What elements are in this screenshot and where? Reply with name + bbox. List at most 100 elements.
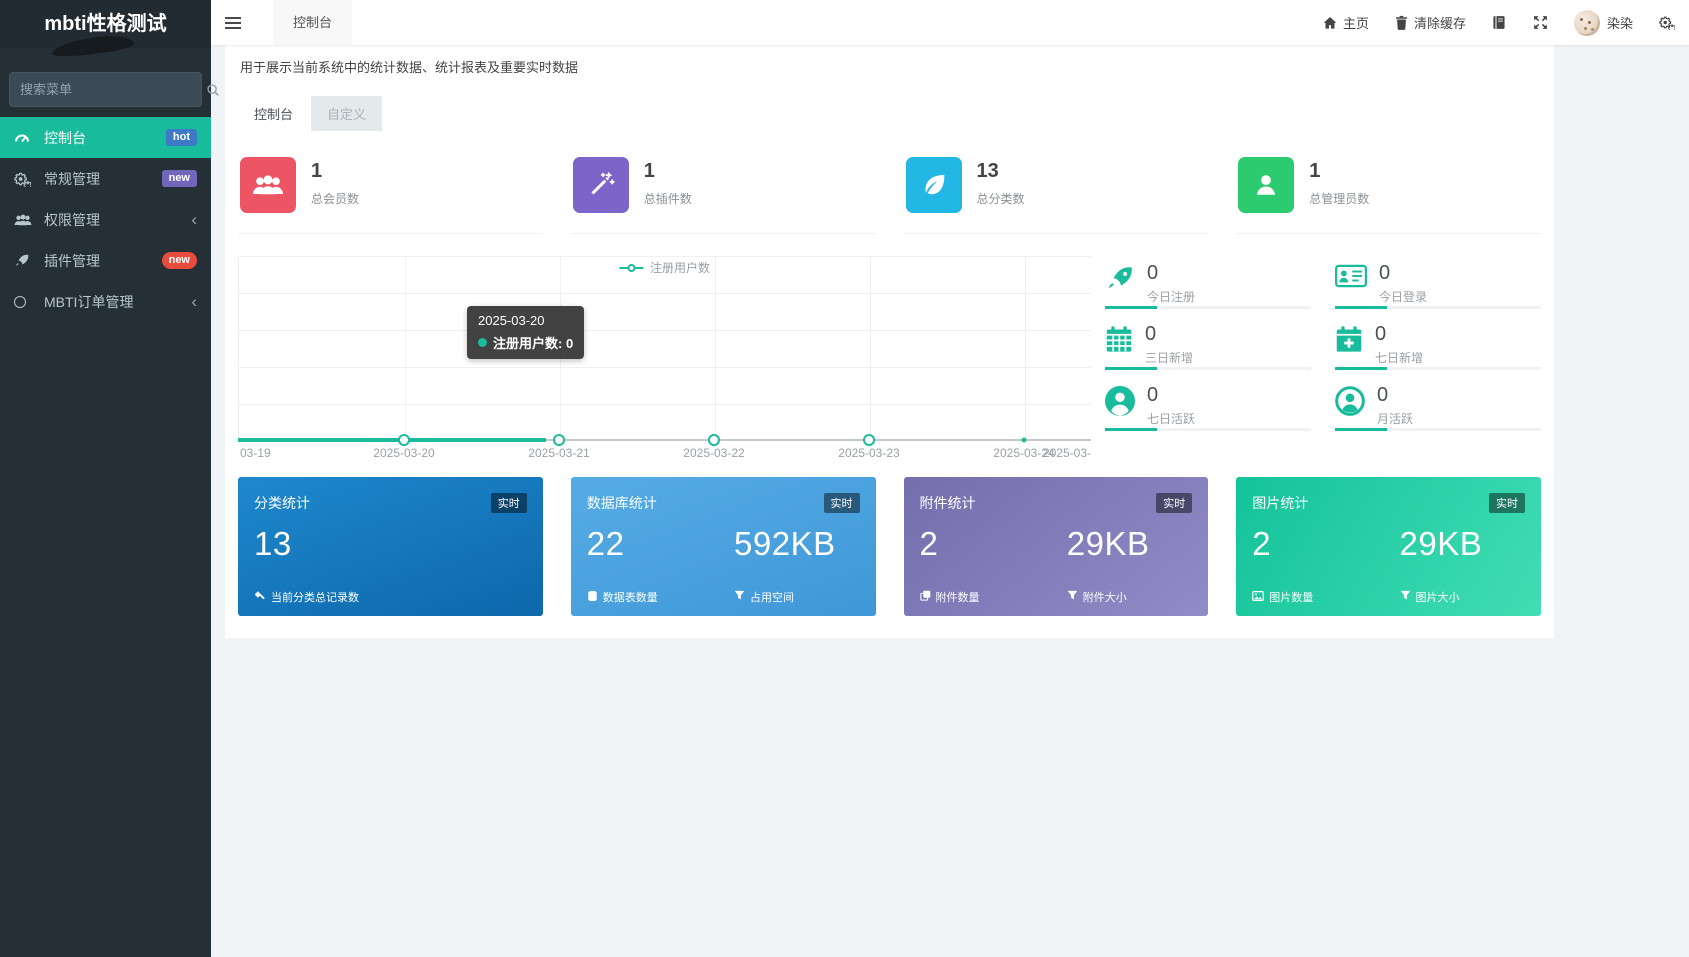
sidebar-item-mbti-orders[interactable]: MBTI订单管理 ‹ <box>0 281 211 322</box>
card-value: 2 <box>1252 525 1272 562</box>
chevron-left-icon: ‹ <box>191 210 197 229</box>
user-icon <box>1238 157 1295 213</box>
calendar-plus-icon <box>1335 325 1363 358</box>
sidebar-item-general[interactable]: 常规管理 new <box>0 158 211 199</box>
tooltip-date: 2025-03-20 <box>478 313 545 328</box>
log-book-icon <box>1492 15 1507 30</box>
registered-users-chart[interactable]: 注册用户数 03-19 2025-03-20 2025-03-21 2025-0… <box>238 256 1091 461</box>
sidebar-item-auth[interactable]: 权限管理 ‹ <box>0 199 211 240</box>
trash-icon <box>1395 15 1408 30</box>
mini-stat-value: 0 <box>1145 323 1157 345</box>
mini-stat-label: 三日新增 <box>1145 351 1194 365</box>
tab-custom[interactable]: 自定义 <box>311 96 383 131</box>
series-dot-icon <box>478 338 487 347</box>
sidebar-item-addon[interactable]: 插件管理 new <box>0 240 211 281</box>
gears-icon <box>1659 15 1675 30</box>
mini-progress <box>1105 306 1311 309</box>
leaf-icon <box>905 157 962 213</box>
image-stats-card: 图片统计 实时 2 29KB 图片数量 图片大小 <box>1236 477 1541 616</box>
mini-stat-value: 0 <box>1379 262 1391 284</box>
card-footer-label: 占用空间 <box>750 592 795 604</box>
topbar-tab-dashboard[interactable]: 控制台 <box>273 0 353 45</box>
tab-dashboard[interactable]: 控制台 <box>238 96 309 131</box>
users-icon <box>14 213 38 227</box>
mini-stat-label: 今日登录 <box>1379 290 1428 304</box>
chart-tooltip: 2025-03-20 注册用户数: 0 <box>467 306 585 359</box>
middle-row: 注册用户数 03-19 2025-03-20 2025-03-21 2025-0… <box>238 256 1541 461</box>
avatar <box>1573 9 1600 36</box>
card-title: 数据库统计 <box>586 495 657 511</box>
database-stats-card: 数据库统计 实时 22 592KB 数据表数量 占用空间 <box>570 477 876 616</box>
fullscreen-button[interactable] <box>1533 15 1548 30</box>
menu-toggle-button[interactable] <box>211 0 255 45</box>
stat-value: 1 <box>311 160 323 182</box>
x-tick-label: 2025-03-22 <box>683 446 745 460</box>
sidebar-menu: 控制台 hot 常规管理 new 权限管理 ‹ 插件管理 new MBTI订单管… <box>0 117 211 322</box>
gavel-icon <box>254 590 266 605</box>
card-footer-label: 图片大小 <box>1415 592 1460 604</box>
stat-total-admins: 1 总管理员数 <box>1236 147 1541 234</box>
clear-cache-link[interactable]: 清除缓存 <box>1395 13 1466 32</box>
card-value: 13 <box>254 525 292 562</box>
panel-tabs: 控制台 自定义 <box>238 96 1541 131</box>
hot-badge: hot <box>165 129 197 146</box>
x-tick-label: 03-19 <box>240 446 271 460</box>
chevron-left-icon: ‹ <box>191 292 197 311</box>
dashboard-icon <box>14 130 38 146</box>
sidebar-item-label: MBTI订单管理 <box>44 293 134 310</box>
user-circle-icon <box>1105 386 1135 421</box>
mini-stat-today-login: 0 今日登录 <box>1334 256 1541 317</box>
id-card-icon <box>1334 264 1368 293</box>
chart-line-series <box>238 434 1091 446</box>
home-link[interactable]: 主页 <box>1323 13 1369 32</box>
mini-stat-value: 0 <box>1375 323 1387 345</box>
card-value: 592KB <box>734 525 836 562</box>
sidebar-item-label: 权限管理 <box>44 211 100 228</box>
mini-progress <box>1335 306 1541 309</box>
stat-total-addons: 1 总插件数 <box>570 147 876 234</box>
mini-stat-label: 今日注册 <box>1147 290 1196 304</box>
card-value: 29KB <box>1066 525 1150 562</box>
mini-stats-grid: 0 今日注册 0 今日登录 0 三日新增 0 七日新增 0 七日活跃 0 月活跃 <box>1105 256 1541 461</box>
gears-icon <box>14 171 38 187</box>
card-footer-label: 图片数量 <box>1269 592 1314 604</box>
clone-icon <box>919 590 931 604</box>
card-value: 22 <box>586 525 625 562</box>
card-footer-label: 当前分类总记录数 <box>271 592 359 604</box>
dashboard-panel: 用于展示当前系统中的统计数据、统计报表及重要实时数据 控制台 自定义 1 总会员… <box>225 45 1554 638</box>
mini-stat-label: 月活跃 <box>1377 412 1414 426</box>
filter-icon <box>1400 590 1411 604</box>
search-input[interactable] <box>10 82 206 97</box>
navbar-right: 主页 清除缓存 染染 <box>1323 9 1689 36</box>
sidebar-item-label: 控制台 <box>44 129 86 146</box>
database-icon <box>587 590 598 605</box>
stat-label: 总插件数 <box>643 192 692 206</box>
stat-value: 1 <box>643 160 655 182</box>
card-title: 图片统计 <box>1252 495 1309 511</box>
log-button[interactable] <box>1492 15 1507 30</box>
rocket-icon <box>1105 264 1135 299</box>
page-description: 用于展示当前系统中的统计数据、统计报表及重要实时数据 <box>240 60 579 75</box>
clear-cache-label: 清除缓存 <box>1413 16 1466 31</box>
user-menu[interactable]: 染染 <box>1573 9 1633 36</box>
rocket-icon <box>14 253 38 269</box>
realtime-badge: 实时 <box>490 493 527 513</box>
top-navbar: 控制台 主页 清除缓存 染染 <box>211 0 1689 45</box>
card-value: 2 <box>919 525 939 562</box>
settings-button[interactable] <box>1659 15 1675 30</box>
attachment-stats-card: 附件统计 实时 2 29KB 附件数量 附件大小 <box>903 477 1209 616</box>
search-icon[interactable] <box>206 83 220 97</box>
users-group-icon <box>240 157 296 213</box>
stat-total-categories: 13 总分类数 <box>903 147 1209 234</box>
realtime-badge: 实时 <box>823 493 860 513</box>
sidebar-item-dashboard[interactable]: 控制台 hot <box>0 117 211 158</box>
stat-label: 总分类数 <box>976 192 1025 206</box>
stat-label: 总会员数 <box>311 192 360 206</box>
x-tick-label: 2025-03-20 <box>373 446 435 460</box>
image-icon <box>1252 590 1265 605</box>
mini-stat-month-active: 0 月活跃 <box>1335 378 1541 439</box>
category-stats-card: 分类统计 实时 13 当前分类总记录数 <box>238 477 543 616</box>
fullscreen-icon <box>1533 15 1548 30</box>
mini-stat-seven-day-new: 0 七日新增 <box>1335 317 1541 378</box>
x-tick-label: 2025-03-21 <box>528 446 590 460</box>
